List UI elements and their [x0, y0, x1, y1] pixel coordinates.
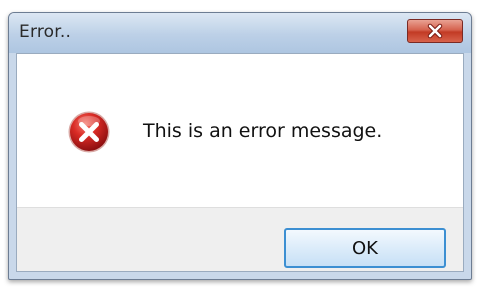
title-bar[interactable]: Error..	[9, 13, 471, 53]
close-button[interactable]	[407, 19, 463, 43]
error-dialog: Error.. This is an error message. OK	[8, 12, 472, 280]
error-message: This is an error message.	[143, 120, 383, 142]
button-bar: OK	[17, 207, 463, 271]
message-area: This is an error message.	[17, 54, 463, 207]
screen: Error.. This is an error message. OK	[0, 0, 481, 290]
error-icon	[68, 111, 110, 153]
close-icon	[427, 23, 443, 39]
dialog-body: This is an error message. OK	[16, 53, 464, 272]
window-title: Error..	[19, 22, 72, 42]
ok-button[interactable]: OK	[284, 228, 446, 268]
